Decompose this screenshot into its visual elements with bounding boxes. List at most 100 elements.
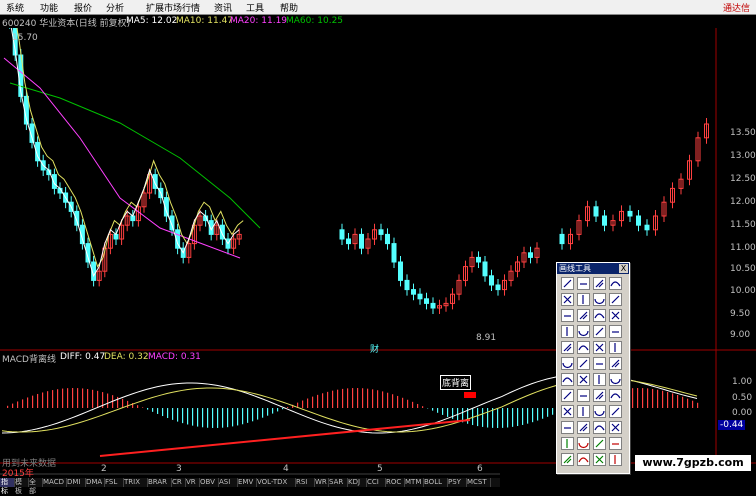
menu-news[interactable]: 资讯 [214, 1, 232, 14]
tool-bars-icon[interactable] [593, 341, 606, 354]
tool-fib-icon[interactable] [593, 309, 606, 322]
tool-ellipse-icon[interactable] [577, 341, 590, 354]
menu-system[interactable]: 系统 [6, 1, 24, 14]
tool-cycle-icon[interactable] [609, 405, 622, 418]
tab--[interactable]: 模板 [14, 478, 29, 487]
tab-psy[interactable]: PSY [447, 478, 467, 487]
menu-analysis[interactable]: 分析 [106, 1, 124, 14]
macd-bar [247, 408, 248, 423]
tab-mcst[interactable]: MCST [466, 478, 491, 487]
tool-wave-icon[interactable] [561, 325, 574, 338]
tool-angle-icon[interactable] [609, 389, 622, 402]
tool-triangle-icon[interactable] [609, 421, 622, 434]
tab-fsl[interactable]: FSL [104, 478, 124, 487]
tool-gann-icon[interactable] [593, 421, 606, 434]
tool-speed-icon[interactable] [577, 421, 590, 434]
macd-bar [57, 389, 58, 408]
tool-cycle-icon[interactable] [609, 309, 622, 322]
tool-cross-icon[interactable] [593, 357, 606, 370]
tool-rect-icon[interactable] [561, 341, 574, 354]
tool-speed-icon[interactable] [577, 325, 590, 338]
macd-bar [52, 390, 53, 408]
tool-line-icon[interactable] [577, 277, 590, 290]
tool-triangle-icon[interactable] [609, 325, 622, 338]
menu-tools[interactable]: 工具 [246, 1, 264, 14]
tab-trix[interactable]: TRIX [123, 478, 148, 487]
macd-bar [407, 400, 408, 408]
low-price-label: 8.91 [476, 333, 496, 343]
macd-bar [657, 390, 658, 408]
tab-boll[interactable]: BOLL [423, 478, 448, 487]
menu-ext-market[interactable]: 扩展市场行情 [146, 1, 200, 14]
tool-arrow-icon[interactable] [561, 373, 574, 386]
kline-chart[interactable] [0, 28, 756, 478]
toolbox-close-button[interactable]: X [619, 264, 628, 273]
tool-line-icon[interactable] [577, 373, 590, 386]
tool-down-icon[interactable] [577, 453, 590, 466]
tab-asi[interactable]: ASI [218, 478, 238, 487]
tool-segment-icon[interactable] [609, 373, 622, 386]
macd-bar [222, 408, 223, 428]
tool-parallel-icon[interactable] [577, 293, 590, 306]
macd-bar [92, 390, 93, 408]
indicator-name[interactable]: MACD背离线 [2, 352, 56, 365]
tab-wr[interactable]: WR [314, 478, 329, 487]
tool-text-icon[interactable] [609, 341, 622, 354]
menu-help[interactable]: 帮助 [280, 1, 298, 14]
tool-arc-icon[interactable] [577, 309, 590, 322]
candle-body [405, 280, 409, 289]
tool-fib-icon[interactable] [593, 405, 606, 418]
ma20-value: MA20: 11.19 [230, 16, 287, 26]
tool-circle-icon[interactable] [561, 405, 574, 418]
tab--[interactable]: 指标 [0, 478, 15, 487]
tool-channel-icon[interactable] [561, 293, 574, 306]
tool-up-icon[interactable] [561, 453, 574, 466]
tool-note-icon[interactable] [609, 357, 622, 370]
tool-up-icon[interactable] [561, 357, 574, 370]
tab-rsi[interactable]: RSI [295, 478, 315, 487]
tool-fan-icon[interactable] [593, 293, 606, 306]
macd-bar [647, 388, 648, 408]
menu-quote[interactable]: 报价 [74, 1, 92, 14]
tab-roc[interactable]: ROC [385, 478, 405, 487]
tool-bars-icon[interactable] [593, 437, 606, 450]
tab-cr[interactable]: CR [171, 478, 186, 487]
tool-segment-icon[interactable] [609, 277, 622, 290]
tool-circle-icon[interactable] [561, 309, 574, 322]
tab-kdj[interactable]: KDJ [347, 478, 367, 487]
tool-cross-icon[interactable] [593, 453, 606, 466]
tab-mtm[interactable]: MTM [404, 478, 424, 487]
tool-angle-icon[interactable] [609, 293, 622, 306]
tool-ellipse-icon[interactable] [577, 437, 590, 450]
tab-brar[interactable]: BRAR [147, 478, 172, 487]
toolbox-titlebar[interactable]: 画线工具 X [557, 263, 629, 274]
finance-marker[interactable]: 财 [370, 342, 379, 355]
tab-dma[interactable]: DMA [85, 478, 105, 487]
macd-bar [662, 391, 663, 408]
tool-ray-icon[interactable] [593, 373, 606, 386]
menu-function[interactable]: 功能 [40, 1, 58, 14]
tool-fan-icon[interactable] [593, 389, 606, 402]
tool-arc-icon[interactable] [577, 405, 590, 418]
tab-sar[interactable]: SAR [328, 478, 348, 487]
tab-cci[interactable]: CCI [366, 478, 386, 487]
tab-emv[interactable]: EMV [237, 478, 257, 487]
tool-arrow-icon[interactable] [561, 277, 574, 290]
drawing-toolbox[interactable]: 画线工具 X [556, 262, 630, 474]
tab-vr[interactable]: VR [185, 478, 200, 487]
tool-down-icon[interactable] [577, 357, 590, 370]
tab--[interactable]: 全部 [28, 478, 43, 487]
tool-text-icon[interactable] [609, 437, 622, 450]
tool-note-icon[interactable] [609, 453, 622, 466]
tab-dmi[interactable]: DMI [66, 478, 86, 487]
tab-vol-tdx[interactable]: VOL-TDX [256, 478, 296, 487]
tool-ray-icon[interactable] [593, 277, 606, 290]
tool-channel-icon[interactable] [561, 389, 574, 402]
tool-rect-icon[interactable] [561, 437, 574, 450]
tool-parallel-icon[interactable] [577, 389, 590, 402]
tool-wave-icon[interactable] [561, 421, 574, 434]
tab-obv[interactable]: OBV [199, 478, 219, 487]
tab-macd[interactable]: MACD [42, 478, 67, 487]
macd-bar [182, 408, 183, 423]
tool-gann-icon[interactable] [593, 325, 606, 338]
